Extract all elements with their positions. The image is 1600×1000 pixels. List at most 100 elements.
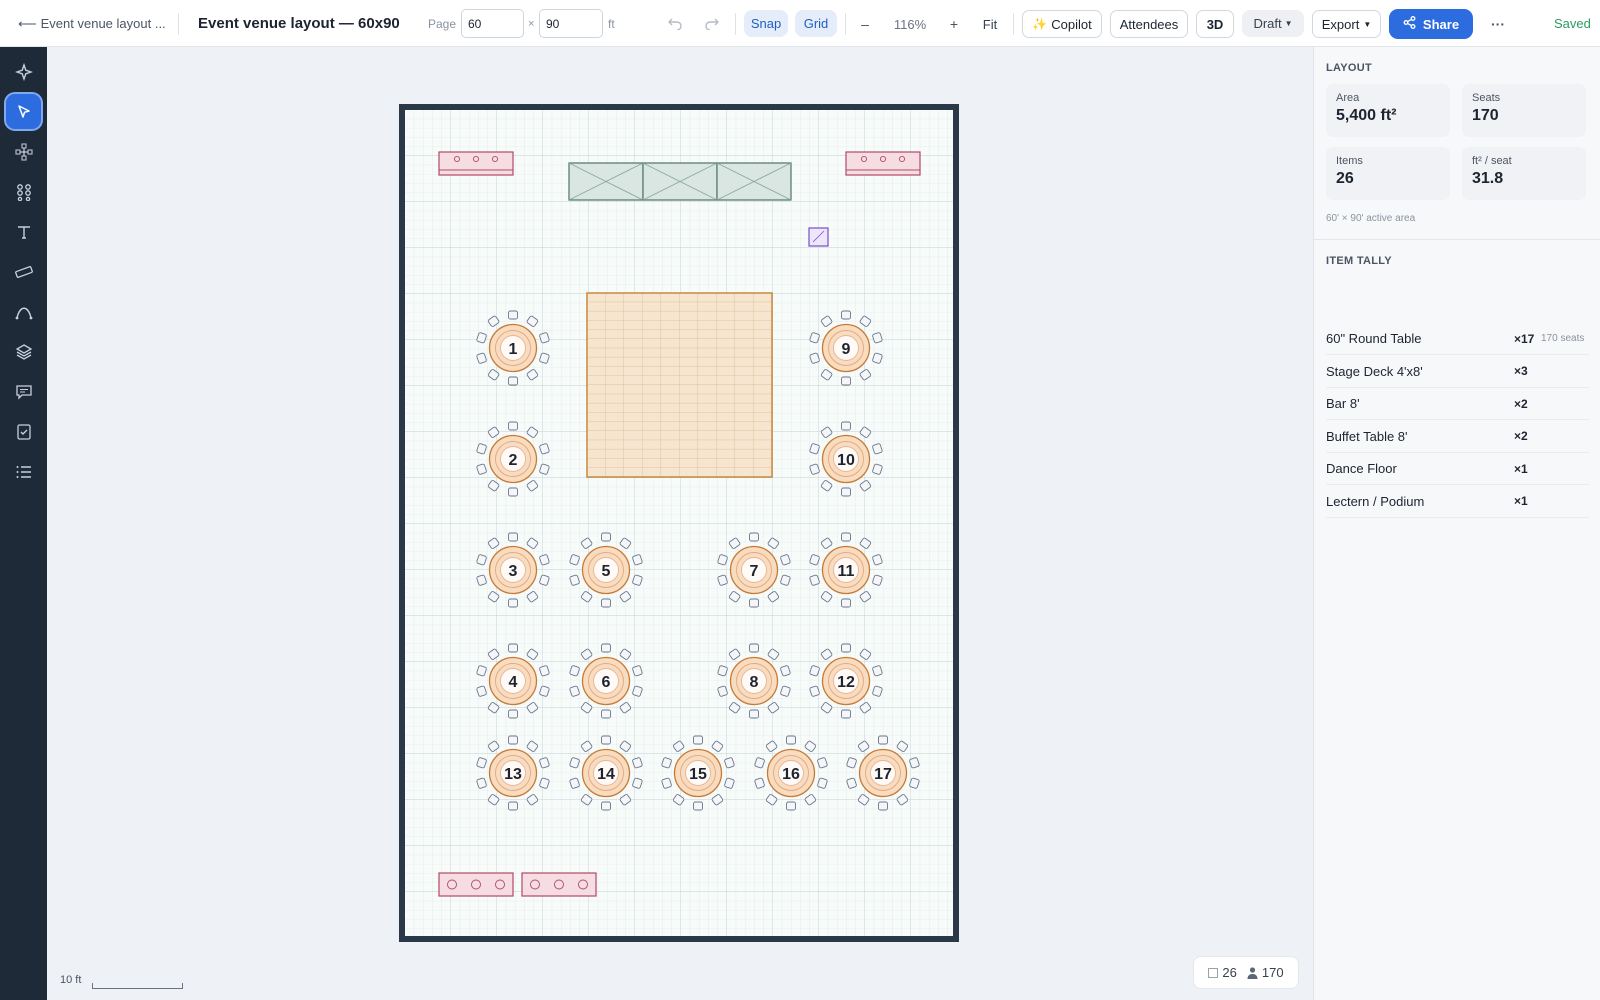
- lectern-podium[interactable]: [808, 227, 829, 247]
- status-dropdown[interactable]: Draft ▼: [1242, 10, 1304, 37]
- chair[interactable]: [508, 487, 518, 497]
- chair[interactable]: [841, 532, 851, 542]
- design-canvas[interactable]: 1 2 3 4 5 6 7 8 9 10 11 12 13 14 15 16 17 10 ft: [47, 47, 1313, 1000]
- tally-item-count: ×17: [1514, 331, 1535, 346]
- text-tool[interactable]: [6, 214, 41, 249]
- seats-value: 170: [1472, 107, 1499, 124]
- fit-button[interactable]: Fit: [978, 10, 1002, 38]
- chair[interactable]: [749, 643, 759, 653]
- outline-tool[interactable]: [6, 454, 41, 489]
- zoom-in-button[interactable]: +: [944, 10, 964, 38]
- zoom-level[interactable]: 116%: [888, 10, 932, 38]
- chair[interactable]: [786, 801, 796, 811]
- floorplan-svg[interactable]: 12345678910111213 14 15 16 17: [47, 47, 1313, 1000]
- table-number: 5: [602, 563, 611, 580]
- items-value: 26: [1336, 170, 1354, 187]
- zoom-out-button[interactable]: –: [855, 10, 875, 38]
- document-title[interactable]: Event venue layout — 60x90: [198, 0, 400, 47]
- redo-icon[interactable]: [701, 10, 723, 38]
- pointer-icon: [17, 104, 30, 118]
- chair[interactable]: [601, 532, 611, 542]
- chair[interactable]: [508, 421, 518, 431]
- measure-tool[interactable]: [6, 254, 41, 289]
- components-icon: [16, 183, 31, 201]
- dance-floor[interactable]: [586, 292, 773, 478]
- table-number: 13: [504, 766, 522, 783]
- chair[interactable]: [841, 376, 851, 386]
- pen-tool[interactable]: [6, 294, 41, 329]
- chair[interactable]: [601, 801, 611, 811]
- snap-toggle[interactable]: Snap: [744, 10, 788, 37]
- share-button[interactable]: Share: [1389, 9, 1473, 39]
- checklist-tool[interactable]: [6, 414, 41, 449]
- stage-deck[interactable]: [642, 162, 718, 201]
- chair[interactable]: [508, 376, 518, 386]
- buffet-table[interactable]: [521, 872, 597, 897]
- stage-deck[interactable]: [568, 162, 644, 201]
- chair[interactable]: [841, 709, 851, 719]
- ruler-icon: [14, 265, 33, 278]
- table-number: 16: [782, 766, 800, 783]
- chair[interactable]: [508, 532, 518, 542]
- tally-row[interactable]: Dance Floor ×1: [1326, 453, 1589, 485]
- chair[interactable]: [878, 801, 888, 811]
- canvas-status: 26 170: [1193, 956, 1299, 989]
- chair[interactable]: [786, 735, 796, 745]
- chair[interactable]: [693, 735, 703, 745]
- tally-row[interactable]: Buffet Table 8' ×2: [1326, 421, 1589, 453]
- comment-tool[interactable]: [6, 374, 41, 409]
- page-width-input[interactable]: [461, 9, 524, 38]
- bar-counter[interactable]: [438, 151, 514, 176]
- buffet-table[interactable]: [438, 872, 514, 897]
- seat-count-value: 170: [1261, 965, 1284, 980]
- grid-toggle[interactable]: Grid: [795, 10, 837, 37]
- chair[interactable]: [749, 598, 759, 608]
- chair[interactable]: [508, 643, 518, 653]
- chair[interactable]: [508, 735, 518, 745]
- status-label: Draft: [1253, 16, 1282, 31]
- list-icon: [16, 465, 31, 478]
- chair[interactable]: [601, 735, 611, 745]
- select-tool[interactable]: [6, 94, 41, 129]
- attendees-button[interactable]: Attendees: [1110, 10, 1188, 38]
- layers-icon: [15, 343, 32, 360]
- chair[interactable]: [508, 310, 518, 320]
- chair[interactable]: [841, 643, 851, 653]
- undo-icon[interactable]: [664, 10, 686, 38]
- export-button[interactable]: Export ▼: [1312, 10, 1381, 38]
- chair[interactable]: [693, 801, 703, 811]
- chair[interactable]: [749, 532, 759, 542]
- node-tool[interactable]: [6, 134, 41, 169]
- square-icon: [1208, 967, 1219, 978]
- stage-deck[interactable]: [716, 162, 792, 201]
- ai-tool[interactable]: [6, 54, 41, 89]
- components-tool[interactable]: [6, 174, 41, 209]
- chair[interactable]: [508, 709, 518, 719]
- unit-label: ft: [608, 16, 615, 31]
- tally-row[interactable]: 60" Round Table ×17 170 seats: [1326, 323, 1589, 355]
- tally-row[interactable]: Bar 8' ×2: [1326, 388, 1589, 420]
- tally-row[interactable]: Stage Deck 4'x8' ×3: [1326, 356, 1589, 388]
- chair[interactable]: [601, 709, 611, 719]
- page-height-input[interactable]: [539, 9, 603, 38]
- chair[interactable]: [841, 598, 851, 608]
- chair[interactable]: [601, 598, 611, 608]
- seat-count: 170: [1247, 965, 1284, 980]
- tally-row[interactable]: Lectern / Podium ×1: [1326, 486, 1589, 518]
- copilot-button[interactable]: ✨ Copilot: [1022, 10, 1102, 38]
- chair[interactable]: [878, 735, 888, 745]
- chair[interactable]: [508, 801, 518, 811]
- 3d-view-button[interactable]: 3D: [1196, 10, 1234, 38]
- chair[interactable]: [601, 643, 611, 653]
- back-link[interactable]: ⟵ Event venue layout ...: [18, 0, 166, 47]
- bar-counter[interactable]: [845, 151, 921, 176]
- chair[interactable]: [841, 310, 851, 320]
- more-menu-button[interactable]: ···: [1486, 10, 1510, 38]
- chair[interactable]: [508, 598, 518, 608]
- sparkle-icon: [14, 62, 33, 81]
- chair[interactable]: [841, 421, 851, 431]
- layers-tool[interactable]: [6, 334, 41, 369]
- nodes-icon: [15, 143, 32, 160]
- chair[interactable]: [841, 487, 851, 497]
- chair[interactable]: [749, 709, 759, 719]
